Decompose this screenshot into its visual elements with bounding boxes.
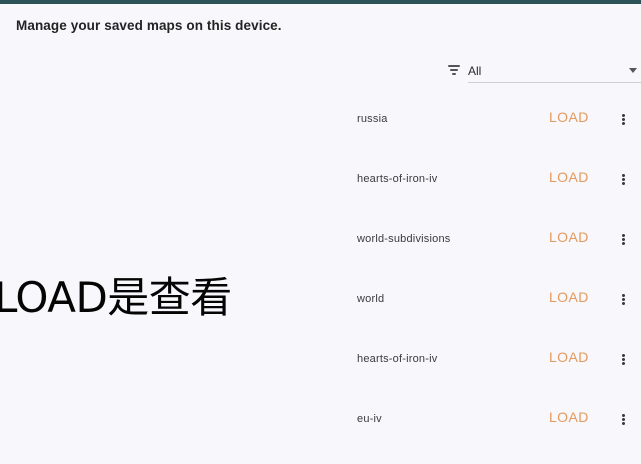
map-name: hearts-of-iron-iv — [357, 353, 438, 365]
filter-control: All — [447, 60, 641, 83]
list-item: hearts-of-iron-iv LOAD — [340, 329, 641, 389]
top-accent-bar — [0, 0, 641, 4]
list-item: world-subdivisions LOAD — [340, 209, 641, 269]
list-item: hearts-of-iron-iv LOAD — [340, 149, 641, 209]
map-name: hearts-of-iron-iv — [357, 173, 438, 185]
page-title: Manage your saved maps on this device. — [16, 18, 282, 33]
video-caption-overlay: LOAD是查看 — [0, 273, 232, 322]
chevron-down-icon — [629, 68, 637, 73]
map-name: world-subdivisions — [357, 233, 451, 245]
more-vert-icon[interactable] — [616, 290, 630, 308]
list-item: russia LOAD — [340, 89, 641, 149]
map-name: eu-iv — [357, 413, 382, 425]
load-button[interactable]: LOAD — [549, 409, 589, 425]
more-vert-icon[interactable] — [616, 230, 630, 248]
load-button[interactable]: LOAD — [549, 229, 589, 245]
load-button[interactable]: LOAD — [549, 169, 589, 185]
list-item: eu-iv LOAD — [340, 389, 641, 449]
map-name: russia — [357, 113, 388, 125]
more-vert-icon[interactable] — [616, 170, 630, 188]
more-vert-icon[interactable] — [616, 350, 630, 368]
more-vert-icon[interactable] — [616, 410, 630, 428]
filter-dropdown[interactable]: All — [468, 60, 641, 83]
load-button[interactable]: LOAD — [549, 109, 589, 125]
load-button[interactable]: LOAD — [549, 289, 589, 305]
saved-maps-list: russia LOAD hearts-of-iron-iv LOAD world… — [340, 89, 641, 449]
filter-selected-value: All — [468, 64, 482, 78]
map-name: world — [357, 293, 385, 305]
filter-icon[interactable] — [447, 63, 461, 75]
load-button[interactable]: LOAD — [549, 349, 589, 365]
list-item: world LOAD — [340, 269, 641, 329]
more-vert-icon[interactable] — [616, 110, 630, 128]
